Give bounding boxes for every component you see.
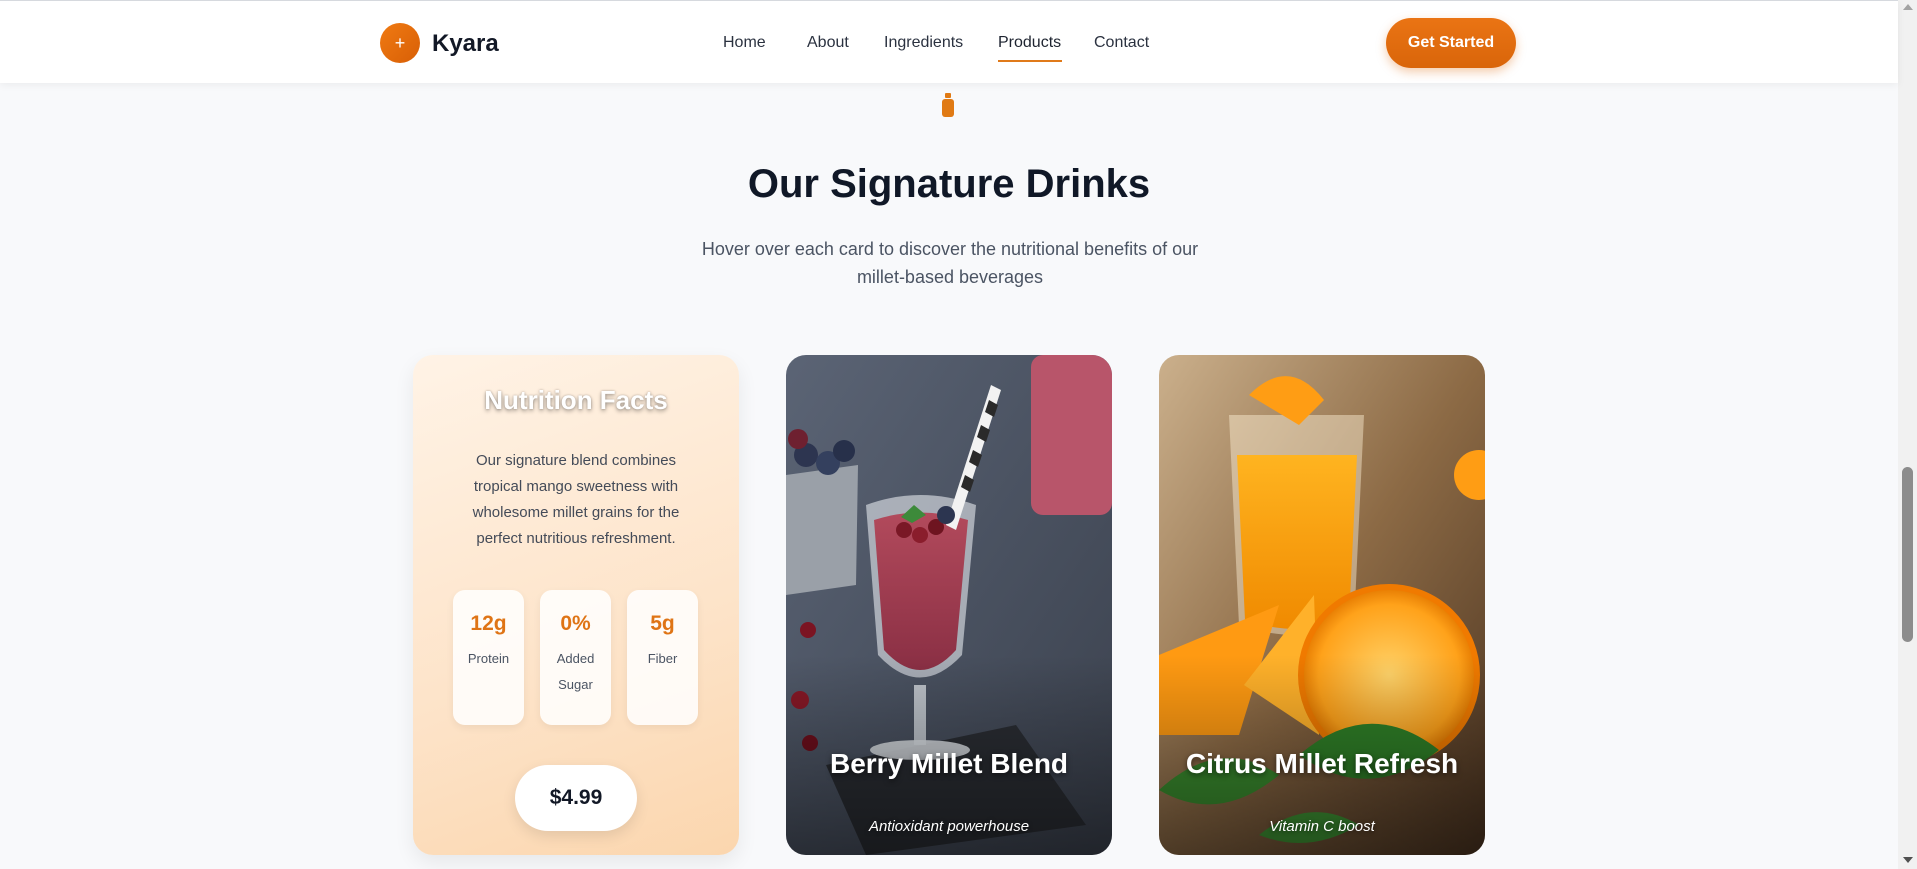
nav-ingredients[interactable]: Ingredients (884, 34, 963, 52)
drink-name: Berry Millet Blend (829, 748, 1069, 779)
active-nav-indicator (998, 60, 1062, 62)
nav-contact[interactable]: Contact (1094, 34, 1149, 52)
stat-value: 5g (650, 612, 675, 635)
get-started-button[interactable]: Get Started (1386, 18, 1516, 68)
section-subtitle: Hover over each card to discover the nut… (701, 239, 1199, 287)
drink-tagline: Antioxidant powerhouse (868, 818, 1030, 835)
section-title: Our Signature Drinks (747, 162, 1151, 206)
bottle-icon (942, 93, 954, 117)
scroll-down-arrow-icon[interactable] (1903, 857, 1913, 863)
drink-tagline: Vitamin C boost (1269, 818, 1375, 835)
drink-name: Citrus Millet Refresh (1185, 748, 1459, 779)
nav-about[interactable]: About (807, 34, 849, 52)
stat-added-sugar: 0% Added Sugar (540, 590, 611, 725)
nutrition-card[interactable]: Nutrition Facts Our signature blend comb… (413, 355, 739, 855)
nutrition-title: Nutrition Facts (484, 385, 668, 415)
logo-icon[interactable]: + (380, 23, 420, 63)
price-badge: $4.99 (515, 765, 637, 831)
stat-label: Added Sugar (556, 651, 595, 692)
page-scrollbar[interactable] (1898, 0, 1917, 869)
brand-name[interactable]: Kyara (432, 30, 499, 58)
scrollbar-thumb[interactable] (1902, 467, 1913, 642)
stat-label: Fiber (647, 651, 678, 666)
stat-value: 0% (560, 612, 591, 635)
stat-value: 12g (470, 612, 507, 635)
stat-label: Protein (467, 651, 510, 666)
stat-fiber: 5g Fiber (627, 590, 698, 725)
logo-symbol: + (394, 33, 406, 53)
stat-protein: 12g Protein (453, 590, 524, 725)
orange-juice-image (1159, 355, 1485, 855)
nutrition-description: Our signature blend combines tropical ma… (472, 452, 680, 547)
berry-smoothie-image (786, 355, 1112, 855)
nav-products[interactable]: Products (998, 34, 1061, 52)
nav-home[interactable]: Home (723, 34, 766, 52)
citrus-drink-card[interactable]: Citrus Millet Refresh Vitamin C boost (1159, 355, 1485, 855)
scroll-up-arrow-icon[interactable] (1903, 4, 1913, 10)
site-header: + Kyara Home About Ingredients Products … (0, 0, 1898, 83)
berry-drink-card[interactable]: Berry Millet Blend Antioxidant powerhous… (786, 355, 1112, 855)
